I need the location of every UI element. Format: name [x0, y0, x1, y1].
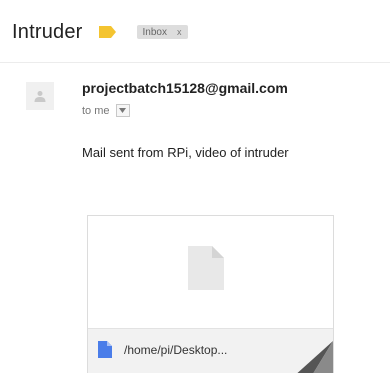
sender-address[interactable]: projectbatch15128@gmail.com [82, 80, 288, 96]
attachment-preview[interactable] [88, 216, 333, 328]
recipient-details-button[interactable] [115, 104, 130, 117]
subject-row: Intruder Inbox x [12, 18, 188, 46]
file-icon [188, 246, 224, 290]
document-icon [98, 341, 112, 358]
attachment-file-name[interactable]: /home/pi/Desktop... [124, 343, 227, 357]
recipient-row: to me [82, 104, 130, 117]
header-divider [0, 62, 390, 63]
email-subject: Intruder [12, 20, 83, 43]
label-chip-inbox[interactable]: Inbox x [136, 25, 188, 39]
chevron-down-icon [119, 108, 127, 113]
recipient-text: to me [82, 104, 110, 117]
label-remove-button[interactable]: x [177, 27, 182, 37]
email-view: Intruder Inbox x projectbatch15128@gmail… [0, 0, 390, 373]
email-body: Mail sent from RPi, video of intruder [82, 145, 289, 160]
attachment-card[interactable]: /home/pi/Desktop... [87, 215, 334, 373]
sender-avatar [26, 82, 54, 110]
page-fold-corner [297, 341, 333, 373]
person-icon [34, 91, 46, 102]
importance-marker-icon[interactable] [98, 25, 117, 39]
attachment-footer[interactable]: /home/pi/Desktop... [88, 328, 333, 373]
label-chip-text: Inbox [142, 26, 167, 38]
